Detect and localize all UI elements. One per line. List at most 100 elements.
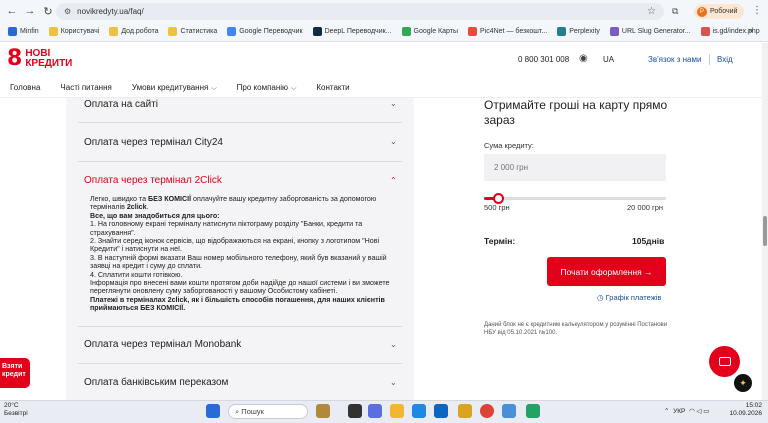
- term-value: 105днів: [632, 236, 665, 246]
- contact-link[interactable]: Зв'язок з нами: [648, 55, 701, 64]
- taskbar-clock[interactable]: 15:02 10.09.2026: [726, 402, 762, 418]
- back-icon[interactable]: ←: [3, 2, 21, 20]
- edge-icon[interactable]: [412, 404, 426, 418]
- folder-icon: [48, 27, 58, 36]
- slug-icon: [609, 27, 619, 36]
- reload-icon[interactable]: ↻: [39, 2, 57, 20]
- calculator-disclaimer: Даний блок не є кредитним калькулятором …: [484, 322, 668, 336]
- payment-schedule-link[interactable]: ◷ Графік платежів: [597, 293, 661, 302]
- faq-step: 1. На головному екрані терміналу натисну…: [90, 220, 363, 237]
- excel-icon[interactable]: [526, 404, 540, 418]
- file-explorer-icon[interactable]: [390, 404, 404, 418]
- chevron-down-icon[interactable]: ⌄: [390, 340, 397, 349]
- extensions-icon[interactable]: ⧉: [672, 6, 678, 17]
- copilot-icon[interactable]: [368, 404, 382, 418]
- bookmark-item[interactable]: DeepL Переводчик...: [312, 27, 392, 36]
- forward-icon[interactable]: →: [21, 2, 39, 20]
- logo-mark-icon: 8: [7, 46, 23, 71]
- faq-step: 4. Сплатити кошти готівкою.: [90, 270, 183, 279]
- taskbar-search[interactable]: ⌕ Пошук: [228, 404, 308, 419]
- faq-item-monobank[interactable]: Оплата через термінал Monobank: [84, 339, 241, 350]
- faq-note: Платежі в терміналах 2click, як і більші…: [90, 295, 385, 313]
- word-icon[interactable]: [502, 404, 516, 418]
- bookmark-item[interactable]: Google Карты: [401, 27, 458, 36]
- nav-contacts[interactable]: Контакти: [316, 83, 349, 92]
- bookmark-item[interactable]: Google Переводчик: [227, 27, 303, 36]
- scrollbar-thumb[interactable]: [763, 216, 767, 246]
- url-text: novikredyty.ua/faq/: [77, 7, 144, 16]
- chevron-down-icon[interactable]: ⌄: [390, 137, 397, 146]
- bookmark-item[interactable]: Користувачі: [48, 27, 99, 36]
- amount-input[interactable]: [484, 154, 666, 181]
- maps-icon: [401, 27, 411, 36]
- profile-avatar: Р: [697, 6, 707, 17]
- nav-lending-terms[interactable]: Умови кредитування ⌵: [132, 83, 217, 93]
- chevron-up-icon[interactable]: ⌃: [390, 176, 397, 185]
- nav-home[interactable]: Головна: [10, 83, 40, 92]
- faq-item-city24[interactable]: Оплата через термінал City24: [84, 137, 223, 148]
- faq-item-2click[interactable]: Оплата через термінал 2Click: [84, 175, 222, 186]
- bookmark-item[interactable]: Статистика: [168, 27, 217, 36]
- nav-about[interactable]: Про компанію ⌵: [237, 83, 297, 93]
- task-view-icon[interactable]: [348, 404, 362, 418]
- accessibility-eye-icon[interactable]: ◉: [579, 53, 588, 64]
- chat-button[interactable]: [709, 346, 740, 377]
- start-application-button[interactable]: Почати оформлення →: [547, 257, 666, 286]
- browser-menu-icon[interactable]: ⋮: [752, 5, 762, 16]
- faq-info: Інформація про внесені вами кошти протяг…: [90, 279, 390, 296]
- chevron-down-icon[interactable]: ⌄: [390, 99, 397, 108]
- profile-label: Робочий: [710, 8, 738, 15]
- faq-item-bank-transfer[interactable]: Оплата банківським переказом: [84, 377, 228, 388]
- language-switch[interactable]: UA: [603, 55, 614, 64]
- nav-faq[interactable]: Часті питання: [60, 83, 111, 92]
- weather-widget[interactable]: 20°C Безвітрі: [4, 402, 28, 418]
- phone-link[interactable]: 0 800 301 008: [518, 55, 569, 64]
- news-widget-icon[interactable]: [316, 404, 330, 418]
- divider: [78, 326, 402, 327]
- bookmark-item[interactable]: Minfin: [8, 27, 39, 36]
- amount-slider-track[interactable]: [484, 197, 666, 200]
- bookmarks-more-icon[interactable]: »: [748, 25, 753, 35]
- assistant-icon[interactable]: ✦: [734, 374, 752, 392]
- site-info-icon[interactable]: ⚙: [64, 7, 71, 16]
- get-credit-button[interactable]: Взяти кредит: [0, 358, 30, 388]
- chevron-down-icon[interactable]: ⌄: [390, 378, 397, 387]
- start-icon[interactable]: [206, 404, 220, 418]
- bookmark-item[interactable]: Pic4Net — безкошт...: [467, 27, 547, 36]
- google-translate-icon: [227, 27, 237, 36]
- term-label: Термін:: [484, 236, 516, 246]
- calculator-title: Отримайте гроші на карту прямо зараз: [484, 98, 668, 127]
- wifi-volume-icon: ◠ ◁ ▭: [685, 408, 710, 415]
- bookmark-item[interactable]: URL Slug Generator...: [609, 27, 691, 36]
- bookmark-star-icon[interactable]: ☆: [647, 6, 656, 17]
- deepl-icon: [312, 27, 322, 36]
- store-icon[interactable]: [434, 404, 448, 418]
- faq-step: 2. Знайти серед іконок сервісів, що відо…: [90, 237, 380, 254]
- faq-item-site-payment[interactable]: Оплата на сайті: [84, 99, 158, 110]
- divider: [78, 161, 402, 162]
- folder-icon: [109, 27, 119, 36]
- divider: [78, 122, 402, 123]
- amount-label: Сума кредиту:: [484, 141, 534, 150]
- bookmark-item[interactable]: Дод.робота: [109, 27, 158, 36]
- slider-max-label: 20 000 грн: [627, 203, 664, 212]
- chevron-down-icon: ⌵: [291, 84, 297, 92]
- bookmark-favicon-icon: [8, 27, 17, 36]
- logo-line2: КРЕДИТИ: [25, 58, 73, 69]
- pic4net-icon: [467, 27, 477, 36]
- address-bar[interactable]: ⚙ novikredyty.ua/faq/ ☆: [56, 3, 664, 20]
- profile-button[interactable]: Р Робочий: [694, 4, 744, 19]
- main-nav: Головна Часті питання Умови кредитування…: [0, 78, 768, 98]
- windows-taskbar: [0, 400, 768, 423]
- login-link[interactable]: Вхід: [717, 55, 733, 64]
- bookmark-item[interactable]: Perplexity: [557, 27, 600, 36]
- site-logo[interactable]: 8 НОВІ КРЕДИТИ: [7, 48, 72, 70]
- chrome-icon[interactable]: [480, 404, 494, 418]
- perplexity-icon: [557, 27, 567, 36]
- isgd-icon: [700, 27, 710, 36]
- divider: [78, 363, 402, 364]
- system-tray[interactable]: ⌃ УКР ◠ ◁ ▭: [664, 407, 709, 415]
- faq-step: 3. В наступній формі вказати Ваш номер м…: [90, 253, 387, 271]
- chevron-down-icon: ⌵: [211, 84, 217, 92]
- app-icon[interactable]: [458, 404, 472, 418]
